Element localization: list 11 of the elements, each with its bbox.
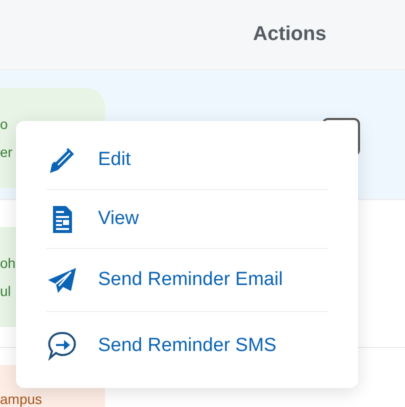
tag-text: ul: [0, 282, 11, 301]
tag-text: ampus: [0, 390, 42, 407]
menu-item[interactable]: Edit: [46, 131, 328, 190]
tag-text: oh: [0, 254, 16, 273]
chat-bubble-icon: [46, 330, 78, 362]
tag-text: o: [0, 115, 8, 134]
menu-item[interactable]: Send Reminder Email: [46, 249, 328, 312]
tag-text: er: [0, 143, 12, 162]
column-header: Actions: [253, 23, 326, 46]
menu-item[interactable]: Send Reminder SMS: [46, 312, 328, 380]
menu-item[interactable]: View: [46, 190, 328, 249]
